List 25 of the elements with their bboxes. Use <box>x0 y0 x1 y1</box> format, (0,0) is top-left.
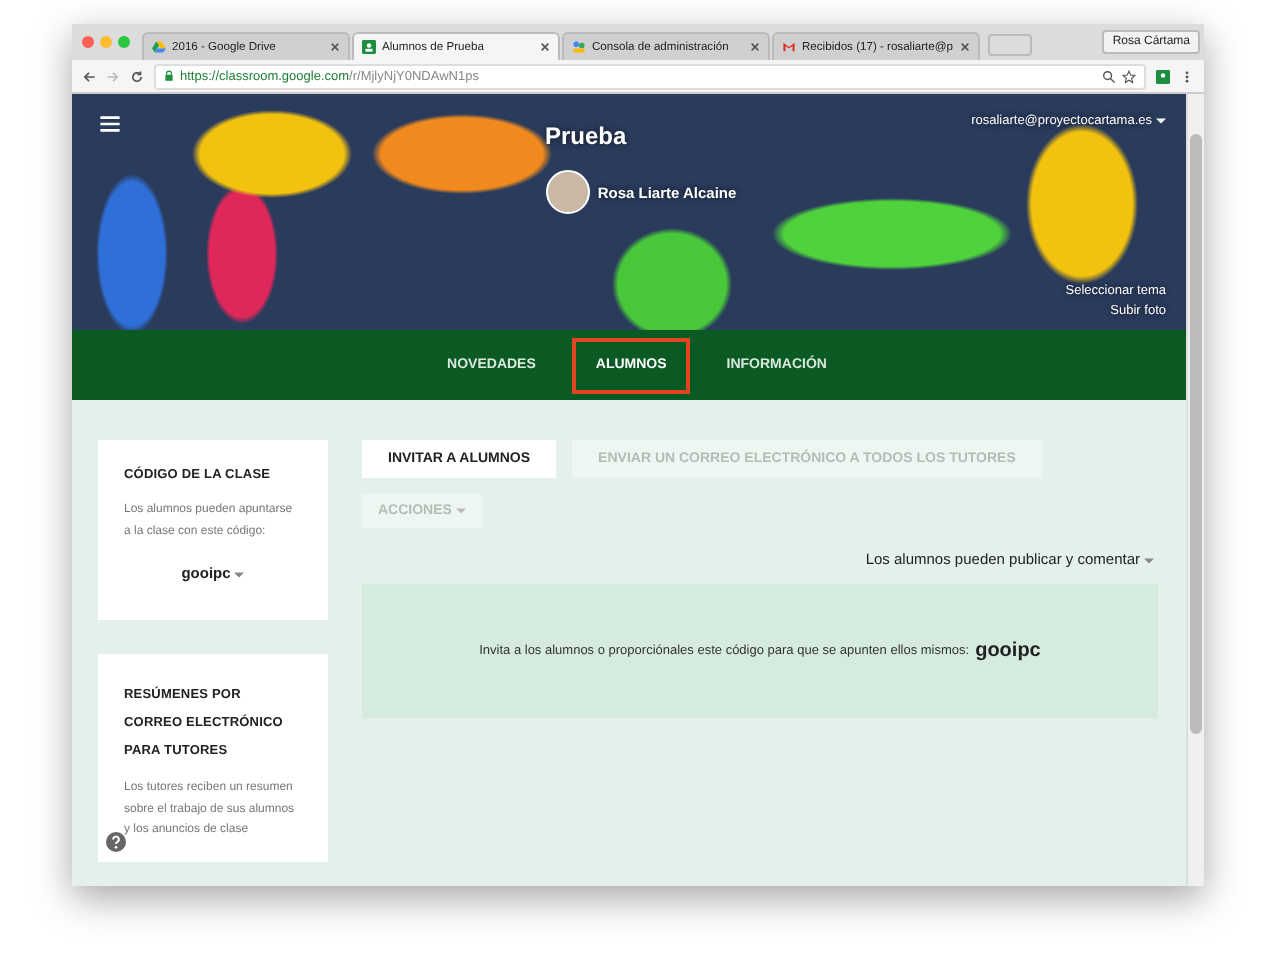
zoom-icon[interactable] <box>1102 69 1116 83</box>
close-tab-icon[interactable] <box>750 42 760 52</box>
caret-icon <box>1156 117 1166 124</box>
caret-icon <box>455 507 466 514</box>
close-tab-icon[interactable] <box>960 42 970 52</box>
close-tab-icon[interactable] <box>330 42 340 52</box>
help-icon[interactable] <box>106 832 126 852</box>
class-title: Prueba <box>542 122 629 150</box>
class-code: gooipc <box>975 640 1041 662</box>
avatar <box>545 170 590 214</box>
star-icon[interactable] <box>1122 69 1136 83</box>
board-icon <box>362 40 376 54</box>
caret-icon <box>1144 557 1154 564</box>
caret-icon <box>234 571 245 578</box>
more-icon[interactable] <box>1180 69 1194 83</box>
back-arrow-icon[interactable] <box>82 69 96 83</box>
lock-icon <box>164 70 174 82</box>
people-icon <box>572 40 586 54</box>
envelope-icon <box>782 40 796 54</box>
scrollbar-thumb[interactable] <box>1190 134 1202 734</box>
board-icon[interactable] <box>1156 69 1170 83</box>
menu-icon[interactable] <box>100 116 120 132</box>
close-tab-icon[interactable] <box>540 42 550 52</box>
reload-icon[interactable] <box>130 69 144 83</box>
triangle-icon <box>152 40 166 54</box>
